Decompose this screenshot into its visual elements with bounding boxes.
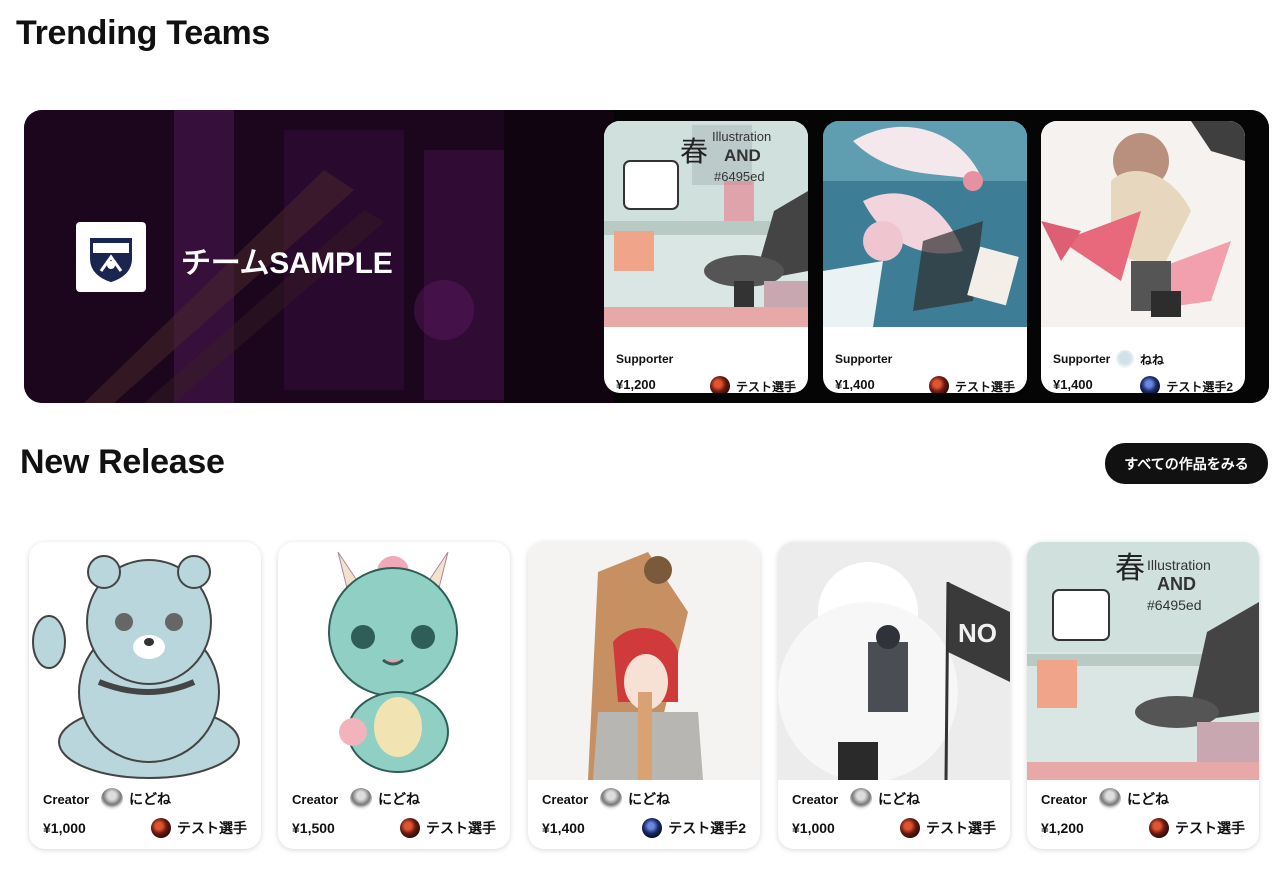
art-text: #6495ed xyxy=(1147,597,1202,613)
creator-info[interactable]: ねね xyxy=(1116,350,1164,368)
trending-card[interactable]: Supporter ¥1,200 テスト選手 xyxy=(604,121,808,393)
trending-card[interactable]: Supporter ねね ¥1,400 テスト選手2 xyxy=(1041,121,1245,393)
artwork-image xyxy=(1041,121,1245,327)
supporter-avatar xyxy=(400,818,420,838)
release-card[interactable]: Creator にどね ¥1,500 テスト選手 xyxy=(278,542,510,849)
release-card[interactable]: Illustration AND #6495ed 春 Creator にどね ¥… xyxy=(1027,542,1259,849)
creator-name: にどね xyxy=(628,791,670,807)
supporter-info[interactable]: テスト選手2 xyxy=(1140,376,1233,393)
price: ¥1,400 xyxy=(835,377,875,392)
supporter-info[interactable]: テスト選手 xyxy=(151,818,247,838)
supporter-name: テスト選手 xyxy=(954,379,1015,394)
release-card[interactable]: NO Creator にどね ¥1,000 テスト選手 xyxy=(778,542,1010,849)
view-all-works-button[interactable]: すべての作品をみる xyxy=(1105,443,1268,484)
supporter-avatar xyxy=(151,818,171,838)
price: ¥1,400 xyxy=(542,820,585,836)
role-label: Creator xyxy=(292,792,339,807)
artwork-image: NO xyxy=(778,542,1010,780)
supporter-name: テスト選手 xyxy=(735,379,796,394)
supporter-avatar xyxy=(900,818,920,838)
role-label: Creator xyxy=(542,792,589,807)
artwork-image xyxy=(278,542,510,780)
artwork-image xyxy=(604,121,808,327)
art-text: 春 xyxy=(1115,552,1145,585)
creator-avatar xyxy=(1099,788,1121,810)
price: ¥1,500 xyxy=(292,820,335,836)
artwork-image xyxy=(823,121,1027,327)
release-card[interactable]: Creator にどね ¥1,000 テスト選手 xyxy=(29,542,261,849)
creator-name: にどね xyxy=(1127,791,1169,807)
creator-name: ねね xyxy=(1140,352,1165,367)
team-name: チームSAMPLE xyxy=(181,247,393,280)
price: ¥1,200 xyxy=(616,377,656,392)
supporter-name: テスト選手2 xyxy=(1166,379,1233,394)
supporter-info[interactable]: テスト選手 xyxy=(928,376,1015,394)
supporter-avatar xyxy=(1140,376,1161,393)
artwork-image xyxy=(528,542,760,780)
artwork-image xyxy=(29,542,261,780)
creator-avatar xyxy=(600,788,622,810)
creator-info[interactable]: にどね xyxy=(350,788,420,810)
supporter-name: テスト選手 xyxy=(177,820,247,836)
supporter-name: テスト選手 xyxy=(426,820,496,836)
supporter-name: テスト選手 xyxy=(1175,820,1245,836)
role-label: Creator xyxy=(1041,792,1088,807)
price: ¥1,200 xyxy=(1041,820,1084,836)
supporter-avatar xyxy=(642,818,663,838)
new-release-title: New Release xyxy=(20,443,225,481)
price: ¥1,400 xyxy=(1053,377,1093,392)
team-logo xyxy=(76,222,146,292)
creator-info[interactable]: にどね xyxy=(850,788,920,810)
role-label: Supporter xyxy=(835,352,893,366)
art-text: AND xyxy=(1157,574,1196,594)
supporter-info[interactable]: テスト選手 xyxy=(1149,818,1245,838)
supporter-name: テスト選手2 xyxy=(668,820,746,836)
supporter-avatar xyxy=(928,376,949,393)
creator-name: にどね xyxy=(378,791,420,807)
price: ¥1,000 xyxy=(43,820,86,836)
art-text: Illustration xyxy=(1147,557,1211,573)
creator-name: にどね xyxy=(129,791,171,807)
creator-avatar xyxy=(101,788,123,810)
creator-avatar xyxy=(350,788,372,810)
price: ¥1,000 xyxy=(792,820,835,836)
flag-text: NO xyxy=(958,618,997,648)
role-label: Creator xyxy=(792,792,839,807)
creator-avatar xyxy=(1116,350,1134,368)
role-label: Supporter xyxy=(1053,352,1111,366)
role-label: Creator xyxy=(43,792,90,807)
supporter-info[interactable]: テスト選手 xyxy=(709,376,796,394)
release-card[interactable]: Creator にどね ¥1,400 テスト選手2 xyxy=(528,542,760,849)
role-label: Supporter xyxy=(616,352,674,366)
creator-info[interactable]: にどね xyxy=(600,788,670,810)
creator-info[interactable]: にどね xyxy=(101,788,171,810)
creator-name: にどね xyxy=(878,791,920,807)
supporter-avatar xyxy=(709,376,730,393)
supporter-avatar xyxy=(1149,818,1169,838)
creator-info[interactable]: にどね xyxy=(1099,788,1169,810)
supporter-info[interactable]: テスト選手 xyxy=(900,818,996,838)
trending-teams-title: Trending Teams xyxy=(16,14,271,52)
artwork-image: Illustration AND #6495ed 春 xyxy=(1027,542,1259,780)
supporter-info[interactable]: テスト選手2 xyxy=(642,818,746,838)
supporter-name: テスト選手 xyxy=(926,820,996,836)
trending-card[interactable]: Supporter ¥1,400 テスト選手 xyxy=(823,121,1027,393)
team-shield-icon xyxy=(90,238,132,283)
creator-avatar xyxy=(850,788,872,810)
supporter-info[interactable]: テスト選手 xyxy=(400,818,496,838)
